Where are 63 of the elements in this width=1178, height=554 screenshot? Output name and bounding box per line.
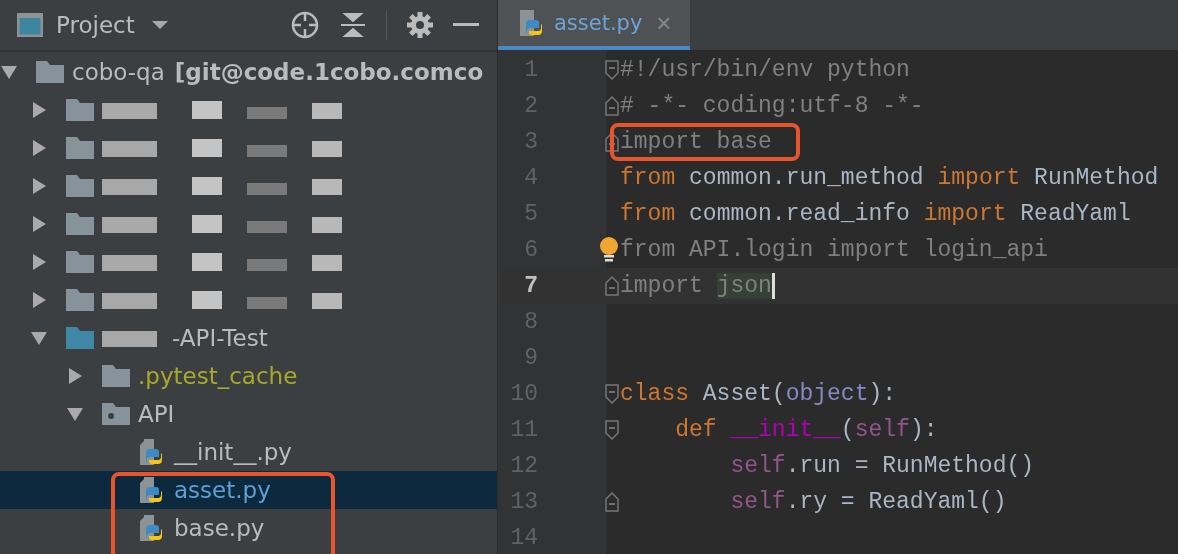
code-line: import base xyxy=(620,129,772,155)
tree-item-label: base.py xyxy=(174,515,265,541)
collapsed-arrow-icon[interactable] xyxy=(30,101,48,119)
fold-marker-icon[interactable] xyxy=(604,383,620,405)
code-line: from API.login import login_api xyxy=(620,237,1048,263)
code-line: def __init__(self): xyxy=(674,417,938,443)
tree-item-label: asset.py xyxy=(174,477,271,503)
folder-icon xyxy=(66,175,94,197)
fold-marker-icon[interactable] xyxy=(604,59,620,81)
fold-end-marker-icon[interactable] xyxy=(604,491,620,513)
tree-item-label: .pytest_cache xyxy=(138,363,298,389)
code-line: class Asset(object): xyxy=(620,381,897,407)
code-line: self.ry = ReadYaml() xyxy=(729,489,1007,515)
window-icon xyxy=(16,12,44,38)
tab-label: asset.py xyxy=(554,11,643,35)
folder-icon xyxy=(66,327,94,349)
folder-icon xyxy=(66,99,94,121)
tree-row[interactable]: cobo-qa [git@code.1cobo.comco xyxy=(0,53,497,91)
code-line: # -*- coding:utf-8 -*- xyxy=(620,93,924,119)
caret-icon xyxy=(150,20,169,30)
editor-tab[interactable]: asset.py × xyxy=(498,0,690,50)
collapse-all-icon[interactable] xyxy=(340,12,366,38)
expanded-arrow-icon[interactable] xyxy=(66,405,84,423)
minimize-icon[interactable] xyxy=(453,22,479,28)
code-line: self.run = RunMethod() xyxy=(729,453,1035,479)
folder-icon xyxy=(36,61,64,83)
tree-item-label: cobo-qa xyxy=(72,59,165,85)
tree-item-label: API xyxy=(138,401,175,427)
folder-icon xyxy=(66,137,94,159)
tree-row[interactable]: -API-Test xyxy=(0,319,497,357)
folder-icon xyxy=(66,251,94,273)
expanded-arrow-icon[interactable] xyxy=(30,329,48,347)
project-view-dropdown[interactable]: Project xyxy=(56,12,169,38)
code-line: from common.run_method import RunMethod xyxy=(620,165,1159,191)
tree-item-label: __init__.py xyxy=(174,439,292,465)
collapsed-arrow-icon[interactable] xyxy=(30,215,48,233)
code-line: #!/usr/bin/env python xyxy=(620,57,910,83)
collapsed-arrow-icon[interactable] xyxy=(30,253,48,271)
code-line: from common.read_info import ReadYaml xyxy=(620,201,1131,227)
tree-row[interactable]: base.py xyxy=(0,509,497,547)
collapsed-arrow-icon[interactable] xyxy=(30,139,48,157)
tree-item-label: -API-Test xyxy=(172,325,268,351)
lightbulb-icon[interactable] xyxy=(598,236,620,264)
tree-row[interactable]: __init__.py xyxy=(0,433,497,471)
tree-row[interactable]: asset.py xyxy=(0,471,497,509)
settings-icon[interactable] xyxy=(407,12,433,38)
vcs-url-label: [git@code.1cobo.comco xyxy=(174,59,484,85)
code-line: import json xyxy=(620,273,772,299)
fold-end-marker-icon[interactable] xyxy=(604,275,620,297)
collapsed-arrow-icon[interactable] xyxy=(30,177,48,195)
tree-row[interactable]: API xyxy=(0,395,497,433)
collapsed-arrow-icon[interactable] xyxy=(66,367,84,385)
folder-icon xyxy=(102,365,130,387)
fold-marker-icon[interactable] xyxy=(604,419,620,441)
expanded-arrow-icon[interactable] xyxy=(0,63,18,81)
locate-icon[interactable] xyxy=(290,10,320,40)
tree-row[interactable]: .pytest_cache xyxy=(0,357,497,395)
line-number: 7 xyxy=(523,273,538,299)
fold-end-marker-icon[interactable] xyxy=(604,95,620,117)
collapsed-arrow-icon[interactable] xyxy=(30,291,48,309)
folder-icon xyxy=(66,213,94,235)
folder-icon xyxy=(66,289,94,311)
package-folder-icon xyxy=(102,403,130,425)
